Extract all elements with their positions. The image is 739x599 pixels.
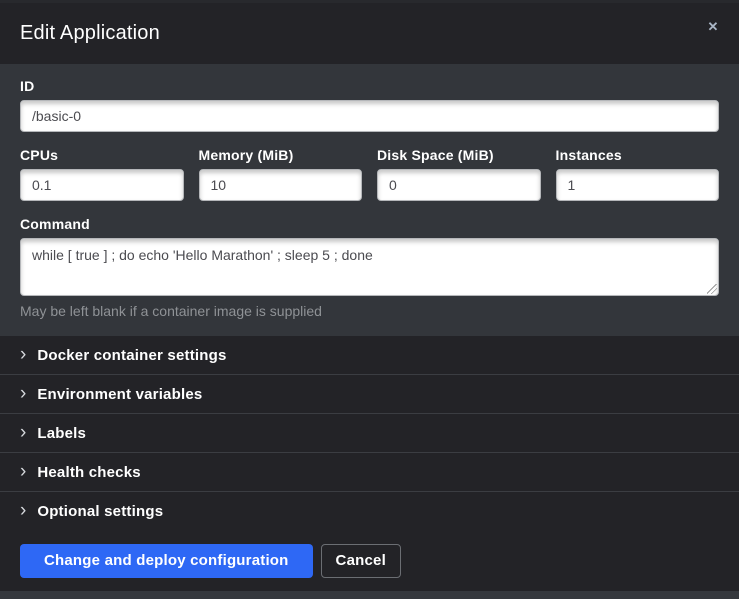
command-textarea-wrap: while [ true ] ; do echo 'Hello Marathon… — [20, 238, 719, 296]
disk-field-group: Disk Space (MiB) — [377, 147, 541, 201]
disk-input[interactable] — [377, 169, 541, 201]
cpus-input[interactable] — [20, 169, 184, 201]
resources-row: CPUs Memory (MiB) Disk Space (MiB) Insta… — [20, 147, 719, 201]
chevron-right-icon: › — [20, 345, 26, 364]
instances-input[interactable] — [556, 169, 720, 201]
command-field-group: Command while [ true ] ; do echo 'Hello … — [20, 216, 719, 319]
chevron-right-icon: › — [20, 423, 26, 442]
id-input[interactable] — [20, 100, 719, 132]
section-label: Labels — [37, 425, 86, 442]
modal-footer: Change and deploy configuration Cancel — [0, 530, 739, 591]
close-icon[interactable]: ✕ — [701, 15, 725, 39]
section-docker-container-settings[interactable]: › Docker container settings — [0, 336, 739, 374]
modal-title: Edit Application — [20, 22, 160, 45]
memory-label: Memory (MiB) — [199, 147, 363, 163]
section-label: Health checks — [37, 464, 140, 481]
page-background-bottom — [0, 591, 739, 599]
change-and-deploy-button[interactable]: Change and deploy configuration — [20, 544, 313, 578]
chevron-right-icon: › — [20, 384, 26, 403]
disk-label: Disk Space (MiB) — [377, 147, 541, 163]
command-textarea[interactable]: while [ true ] ; do echo 'Hello Marathon… — [20, 238, 719, 296]
edit-application-modal: Edit Application ✕ ID CPUs Memory (MiB) … — [0, 0, 739, 599]
section-label: Optional settings — [37, 503, 163, 520]
command-label: Command — [20, 216, 719, 232]
memory-input[interactable] — [199, 169, 363, 201]
resize-handle-icon[interactable] — [707, 284, 717, 294]
section-health-checks[interactable]: › Health checks — [0, 452, 739, 491]
command-help-text: May be left blank if a container image i… — [20, 303, 719, 319]
modal-header: Edit Application ✕ — [0, 3, 739, 64]
cpus-field-group: CPUs — [20, 147, 184, 201]
collapsible-sections: › Docker container settings › Environmen… — [0, 336, 739, 530]
section-environment-variables[interactable]: › Environment variables — [0, 374, 739, 413]
instances-field-group: Instances — [556, 147, 720, 201]
section-optional-settings[interactable]: › Optional settings — [0, 491, 739, 530]
cpus-label: CPUs — [20, 147, 184, 163]
chevron-right-icon: › — [20, 501, 26, 520]
memory-field-group: Memory (MiB) — [199, 147, 363, 201]
modal-body: ID CPUs Memory (MiB) Disk Space (MiB) In — [0, 64, 739, 336]
section-label: Docker container settings — [37, 347, 226, 364]
section-label: Environment variables — [37, 386, 202, 403]
cancel-button[interactable]: Cancel — [321, 544, 401, 578]
modal: Edit Application ✕ ID CPUs Memory (MiB) … — [0, 3, 739, 591]
section-labels[interactable]: › Labels — [0, 413, 739, 452]
id-label: ID — [20, 78, 719, 94]
instances-label: Instances — [556, 147, 720, 163]
chevron-right-icon: › — [20, 462, 26, 481]
id-field-group: ID — [20, 78, 719, 132]
